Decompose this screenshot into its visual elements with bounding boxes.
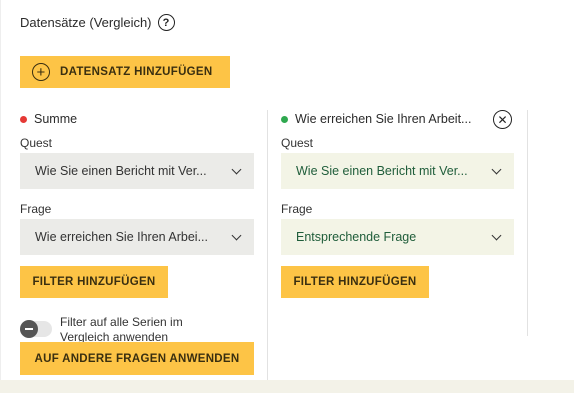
series-divider — [267, 110, 268, 380]
help-icon[interactable]: ? — [157, 14, 175, 31]
add-filter-button[interactable]: FILTER HINZUFÜGEN — [281, 266, 429, 298]
chevron-down-icon — [231, 230, 242, 240]
frage-select[interactable]: Entsprechende Frage — [281, 219, 514, 255]
toggle-knob — [20, 320, 38, 338]
footer-band — [0, 380, 574, 393]
section-title-text: Datensätze (Vergleich) — [20, 15, 152, 30]
quest-label: Quest — [281, 136, 314, 150]
series-header-2: Wie erreichen Sie Ihren Arbeit... — [281, 112, 471, 126]
series-color-dot — [20, 115, 27, 123]
remove-series-close-icon[interactable]: ✕ — [493, 110, 512, 129]
add-dataset-button[interactable]: + DATENSATZ HINZUFÜGEN — [20, 56, 230, 88]
series-divider-right — [527, 110, 528, 336]
series-name: Wie erreichen Sie Ihren Arbeit... — [295, 112, 472, 126]
frage-label: Frage — [281, 202, 313, 216]
series-header-1: Summe — [20, 112, 77, 126]
add-dataset-label: DATENSATZ HINZUFÜGEN — [60, 66, 213, 78]
series-name: Summe — [34, 112, 78, 126]
plus-circle-icon: + — [32, 63, 50, 81]
frage-select-value: Entsprechende Frage — [296, 230, 417, 244]
toggle-label: Filter auf alle Serien im Vergleich anwe… — [60, 315, 183, 344]
apply-other-questions-button[interactable]: AUF ANDERE FRAGEN ANWENDEN — [20, 342, 254, 375]
chevron-down-icon — [491, 164, 502, 174]
chevron-down-icon — [231, 164, 242, 174]
dataset-comparison-panel: Datensätze (Vergleich) ? + DATENSATZ HIN… — [0, 0, 574, 380]
chevron-down-icon — [491, 230, 502, 240]
series-color-dot — [281, 115, 288, 123]
apply-filter-all-toggle[interactable] — [20, 320, 52, 338]
quest-select-value: Wie Sie einen Bericht mit Ver... — [296, 164, 468, 178]
quest-select[interactable]: Wie Sie einen Bericht mit Ver... — [20, 153, 254, 189]
quest-select-value: Wie Sie einen Bericht mit Ver... — [35, 164, 207, 178]
quest-select[interactable]: Wie Sie einen Bericht mit Ver... — [281, 153, 514, 189]
section-title: Datensätze (Vergleich) ? — [20, 14, 175, 31]
frage-select-value: Wie erreichen Sie Ihren Arbei... — [35, 230, 208, 244]
quest-label: Quest — [20, 136, 53, 150]
frage-label: Frage — [20, 202, 52, 216]
add-filter-button[interactable]: FILTER HINZUFÜGEN — [20, 266, 168, 298]
frage-select[interactable]: Wie erreichen Sie Ihren Arbei... — [20, 219, 254, 255]
